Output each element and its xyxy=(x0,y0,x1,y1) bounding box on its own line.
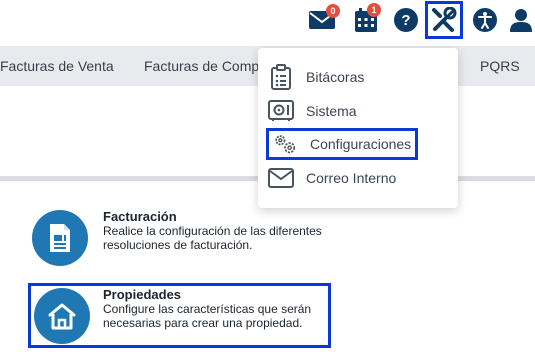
invoice-icon xyxy=(50,224,70,252)
top-toolbar: 0 1 ? xyxy=(0,0,535,46)
safe-icon xyxy=(268,98,294,124)
card-propiedades[interactable]: Propiedades Configure las característica… xyxy=(28,283,331,348)
menu-item-label: Bitácoras xyxy=(306,69,365,85)
card-description: necesarias para crear una propiedad. xyxy=(103,316,303,330)
user-icon xyxy=(510,9,532,32)
tools-button[interactable] xyxy=(425,1,463,39)
mail-button[interactable]: 0 xyxy=(306,4,340,36)
nav-facturas-venta[interactable]: Facturas de Venta xyxy=(0,46,114,86)
menu-item-configuraciones[interactable]: Configuraciones xyxy=(266,128,418,160)
nav-pqrs[interactable]: PQRS xyxy=(480,46,520,86)
card-icon-circle xyxy=(34,288,90,344)
tools-icon xyxy=(432,7,457,32)
menu-item-sistema[interactable]: Sistema xyxy=(268,96,357,126)
envelope-icon xyxy=(268,165,294,191)
card-description: Configure las características que serán xyxy=(103,302,312,316)
card-description: Realice la configuración de las diferent… xyxy=(103,224,322,238)
tools-dropdown-menu: Bitácoras Sistema Configuraciones Correo… xyxy=(258,48,458,208)
accessibility-button[interactable] xyxy=(469,4,501,36)
card-text: Propiedades Configure las característica… xyxy=(103,287,338,331)
card-description: resoluciones de facturación. xyxy=(103,238,253,252)
calendar-badge: 1 xyxy=(367,3,381,17)
help-button[interactable]: ? xyxy=(390,4,422,36)
calendar-button[interactable]: 1 xyxy=(350,3,382,36)
menu-item-correo-interno[interactable]: Correo Interno xyxy=(268,163,396,193)
user-button[interactable] xyxy=(505,4,535,36)
house-icon xyxy=(48,303,76,330)
help-icon: ? xyxy=(394,8,418,32)
card-icon-circle xyxy=(32,210,88,266)
nav-facturas-compra[interactable]: Facturas de Comp xyxy=(144,46,259,86)
menu-item-label: Correo Interno xyxy=(306,170,397,186)
accessibility-icon xyxy=(473,8,497,32)
gears-icon xyxy=(272,131,298,157)
mail-badge: 0 xyxy=(326,4,340,18)
menu-item-label: Sistema xyxy=(306,103,357,119)
clipboard-list-icon xyxy=(268,64,294,90)
card-facturacion[interactable]: Facturación Realice la configuración de … xyxy=(30,208,335,268)
menu-item-label: Configuraciones xyxy=(310,136,412,152)
card-text: Facturación Realice la configuración de … xyxy=(103,209,338,253)
svg-text:?: ? xyxy=(401,12,410,29)
menu-item-bitacoras[interactable]: Bitácoras xyxy=(268,62,364,92)
card-title: Propiedades xyxy=(103,287,182,302)
card-title: Facturación xyxy=(103,209,177,224)
